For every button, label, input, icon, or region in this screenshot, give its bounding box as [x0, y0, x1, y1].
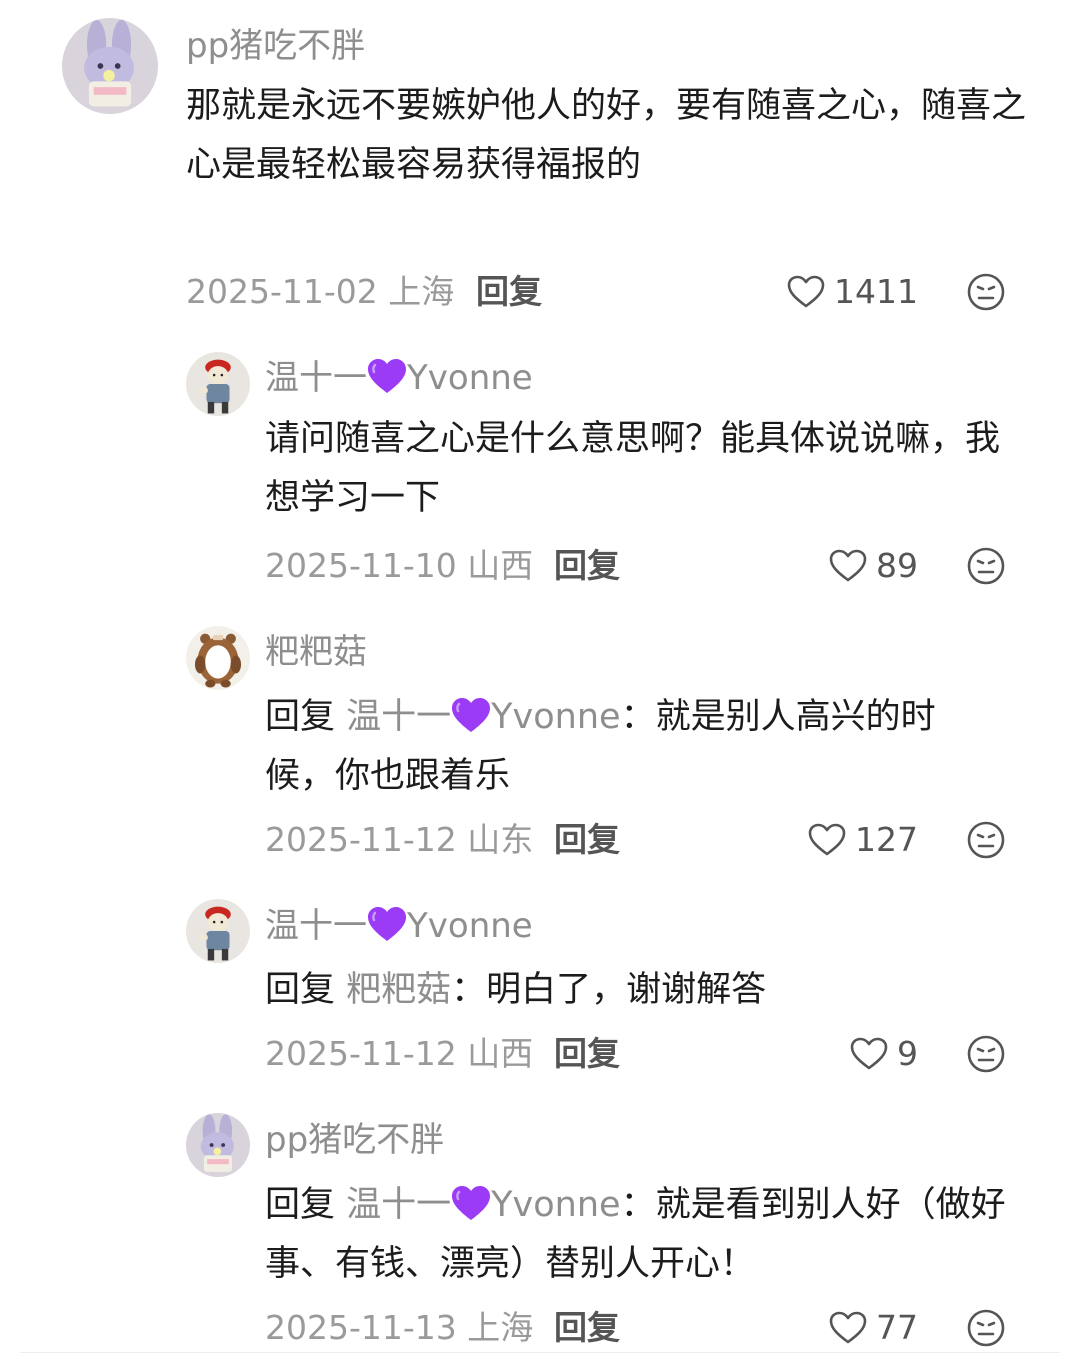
username-suffix: Yvonne	[407, 358, 533, 398]
purple-heart-icon	[451, 698, 491, 734]
dislike-button[interactable]	[966, 546, 1006, 586]
reply-target[interactable]: 温十一 Yvonne	[346, 1185, 620, 1225]
purple-heart-icon	[367, 907, 407, 943]
comment-text: 请问随喜之心是什么意思啊？能具体说说嘛，我想学习一下	[265, 419, 1001, 518]
comment-date: 2025-11-12	[265, 820, 457, 859]
reply-target-name: 温十一	[346, 1185, 452, 1225]
reply-button[interactable]: 回复	[554, 546, 620, 586]
like-count: 9	[897, 1034, 918, 1073]
comment-meta: 2025-11-10 山西	[265, 546, 533, 586]
reply-button[interactable]: 回复	[554, 1034, 620, 1074]
dislike-button[interactable]	[966, 272, 1006, 312]
figure-avatar-icon	[186, 899, 250, 963]
username[interactable]: 温十一 Yvonne	[265, 358, 533, 398]
plush-avatar-icon	[186, 626, 250, 690]
reply-target[interactable]: 温十一 Yvonne	[346, 697, 620, 737]
username-name: 温十一	[265, 358, 367, 398]
bunny-avatar-icon	[62, 18, 158, 114]
neutral-face-icon	[966, 546, 1006, 586]
like-count: 127	[855, 820, 918, 859]
comment-location: 山西	[467, 1034, 534, 1073]
like-count: 77	[876, 1308, 918, 1347]
reply-prefix: 回复	[265, 697, 336, 737]
comment-location: 山东	[467, 820, 534, 859]
username[interactable]: 粑粑菇	[265, 632, 367, 672]
bunny-avatar-icon	[186, 1113, 250, 1177]
reply-prefix: 回复	[265, 970, 336, 1010]
like-button[interactable]: 9	[849, 1034, 918, 1074]
avatar[interactable]	[186, 899, 250, 963]
username-suffix: Yvonne	[407, 906, 533, 946]
comment-meta: 2025-11-13 上海	[265, 1308, 533, 1348]
heart-outline-icon	[849, 1036, 889, 1072]
like-button[interactable]: 127	[807, 820, 918, 860]
username-name: 温十一	[265, 906, 367, 946]
neutral-face-icon	[966, 272, 1006, 312]
figure-avatar-icon	[186, 352, 250, 416]
username[interactable]: pp猪吃不胖	[265, 1120, 444, 1160]
heart-outline-icon	[828, 1310, 868, 1346]
avatar[interactable]	[186, 1113, 250, 1177]
reply-target-suffix: Yvonne	[491, 697, 621, 737]
comment-text: 回复 温十一 Yvonne：就是看到别人好（做好事、有钱、漂亮）替别人开心！	[265, 1176, 1035, 1294]
reply-target-name: 温十一	[346, 697, 452, 737]
username[interactable]: pp猪吃不胖	[186, 26, 365, 66]
neutral-face-icon	[966, 820, 1006, 860]
avatar[interactable]	[186, 626, 250, 690]
comment-text: 回复 温十一 Yvonne：就是别人高兴的时候，你也跟着乐	[265, 688, 1005, 806]
reply-content: ：明白了，谢谢解答	[451, 970, 767, 1010]
dislike-button[interactable]	[966, 1034, 1006, 1074]
avatar[interactable]	[186, 352, 250, 416]
avatar[interactable]	[62, 18, 158, 114]
heart-outline-icon	[786, 274, 826, 310]
like-button[interactable]: 1411	[786, 272, 918, 312]
like-button[interactable]: 89	[828, 546, 918, 586]
neutral-face-icon	[966, 1034, 1006, 1074]
comment-meta: 2025-11-12 山西	[265, 1034, 533, 1074]
heart-outline-icon	[828, 548, 868, 584]
reply-button[interactable]: 回复	[554, 1308, 620, 1348]
comment-location: 上海	[388, 272, 455, 311]
like-count: 1411	[834, 272, 918, 311]
reply-prefix: 回复	[265, 1185, 336, 1225]
purple-heart-icon	[451, 1186, 491, 1222]
comment-date: 2025-11-02	[186, 272, 378, 311]
reply-target-suffix: Yvonne	[491, 1185, 621, 1225]
dislike-button[interactable]	[966, 1308, 1006, 1348]
like-count: 89	[876, 546, 918, 585]
reply-target[interactable]: 粑粑菇	[346, 970, 451, 1010]
comment-date: 2025-11-13	[265, 1308, 457, 1347]
comment-location: 山西	[467, 546, 534, 585]
heart-outline-icon	[807, 822, 847, 858]
comment-location: 上海	[467, 1308, 534, 1347]
purple-heart-icon	[367, 359, 407, 395]
username[interactable]: 温十一 Yvonne	[265, 906, 533, 946]
comment-meta: 2025-11-02 上海	[186, 272, 454, 312]
reply-button[interactable]: 回复	[476, 272, 542, 312]
dislike-button[interactable]	[966, 820, 1006, 860]
comment-text: 回复 粑粑菇：明白了，谢谢解答	[265, 961, 1025, 1020]
neutral-face-icon	[966, 1308, 1006, 1348]
like-button[interactable]: 77	[828, 1308, 918, 1348]
comment-date: 2025-11-12	[265, 1034, 457, 1073]
divider	[20, 1352, 1060, 1353]
reply-button[interactable]: 回复	[554, 820, 620, 860]
comment-meta: 2025-11-12 山东	[265, 820, 533, 860]
comment-text: 那就是永远不要嫉妒他人的好，要有随喜之心，随喜之心是最轻松最容易获得福报的	[186, 86, 1027, 185]
comment-date: 2025-11-10	[265, 546, 457, 585]
